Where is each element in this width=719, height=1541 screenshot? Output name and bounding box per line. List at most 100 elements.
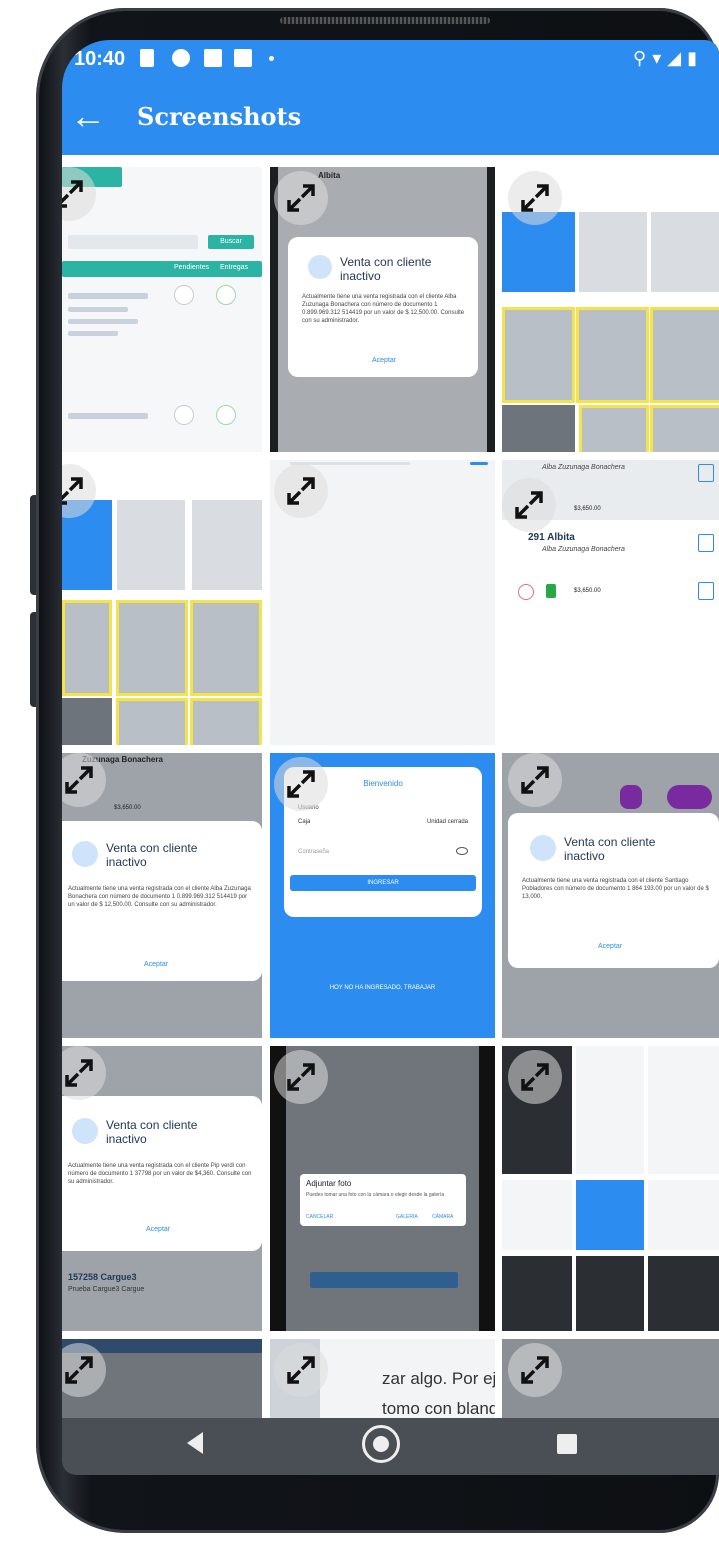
record-title: 291 Albita: [528, 532, 575, 543]
action-icon: [174, 405, 194, 425]
dot-icon: [667, 785, 712, 809]
tab-pendientes: Pendientes: [174, 264, 210, 271]
overflow-dots: [620, 785, 712, 811]
expand-icon[interactable]: [508, 753, 562, 807]
list-item-line: [68, 331, 118, 336]
doc-icon: [698, 464, 714, 482]
mini-screenshot: [117, 500, 185, 590]
nav-recent-icon[interactable]: [557, 1434, 577, 1454]
app-icon: [204, 49, 222, 67]
mini-screenshot: [576, 1180, 644, 1250]
screenshot-tile[interactable]: Adjuntar foto Puedes tomar una foto con …: [270, 1046, 495, 1331]
attach-dialog: Adjuntar foto Puedes tomar una foto con …: [300, 1174, 466, 1226]
expand-icon[interactable]: [508, 171, 562, 225]
mini-screenshot: [62, 698, 112, 745]
screenshot-tile[interactable]: Bienvenido Usuario Caja Unidad cerrada C…: [270, 753, 495, 1038]
screenshot-tile[interactable]: Buscar Pendientes Entregas: [62, 167, 262, 452]
status-icons: ⚲▾◢▮: [633, 48, 703, 68]
mini-screenshot: [502, 1180, 572, 1250]
doc-icon: [698, 582, 714, 600]
tile-header-text: Albita: [318, 171, 341, 180]
expand-icon[interactable]: [274, 1050, 328, 1104]
user-icon: [72, 841, 98, 867]
doc-icon: [698, 534, 714, 552]
arrow-left-icon[interactable]: ←: [70, 96, 106, 136]
dot-icon: [620, 785, 642, 809]
nav-home-icon[interactable]: [362, 1425, 400, 1463]
expand-icon[interactable]: [274, 171, 328, 225]
cancel-option[interactable]: CANCELAR: [306, 1214, 333, 1220]
speaker-grille: [280, 17, 490, 24]
record-subtitle: Prueba Cargue3 Cargue: [68, 1286, 145, 1293]
dialog-body: Actualmente tiene una venta registrada c…: [68, 1163, 252, 1185]
cash-field-label: Caja: [298, 819, 311, 825]
accept-link[interactable]: Aceptar: [146, 1226, 170, 1233]
status-time: 10:40: [74, 48, 126, 70]
dialog-card: Venta con cliente inactivo Actualmente t…: [62, 1096, 262, 1251]
dialog-title: Venta con cliente inactivo: [106, 1118, 198, 1146]
dialog-body: Actualmente tiene una venta registrada c…: [522, 878, 709, 900]
expand-icon[interactable]: [274, 757, 328, 811]
list-item-line: [68, 307, 128, 312]
accept-link[interactable]: Aceptar: [144, 961, 168, 968]
screenshot-tile[interactable]: [502, 1339, 719, 1418]
list-item-line: [68, 413, 148, 419]
mini-screenshot: [579, 405, 649, 452]
screenshot-tile[interactable]: Zuzunaga Bonachera $3,650.00 Venta con c…: [62, 753, 262, 1038]
mini-screenshot: [576, 1256, 644, 1331]
expand-icon[interactable]: [274, 1343, 328, 1397]
eye-icon[interactable]: [456, 847, 468, 855]
screenshot-tile[interactable]: [502, 1046, 719, 1331]
dialog-body: Puedes tomar una foto con la cámara o el…: [306, 1192, 445, 1198]
clock-icon: [518, 584, 534, 600]
screenshot-grid: Buscar Pendientes Entregas Albita Venta …: [62, 155, 719, 1418]
mini-screenshot: [648, 1180, 719, 1250]
tab-entregas: Entregas: [220, 264, 249, 271]
mini-screenshot: [651, 212, 719, 292]
expand-icon[interactable]: [502, 478, 556, 532]
mini-screenshot: [579, 212, 647, 292]
expand-icon[interactable]: [508, 1050, 562, 1104]
navigation-bar: [62, 1418, 719, 1475]
mini-screenshot: [650, 307, 719, 403]
expand-icon[interactable]: [508, 1343, 562, 1397]
screenshot-tile[interactable]: zar algo. Por ejen tomo con blanqu: [270, 1339, 495, 1418]
accept-link[interactable]: Aceptar: [372, 357, 396, 364]
nav-back-icon[interactable]: [187, 1432, 203, 1454]
screenshot-tile[interactable]: [502, 167, 719, 452]
mini-screenshot: [650, 405, 719, 452]
notification-icon: [140, 49, 154, 67]
screenshot-tile[interactable]: Albita Venta con cliente inactivo Actual…: [270, 167, 495, 452]
mini-screenshot: [62, 600, 112, 696]
dialog-card: Venta con cliente inactivo Actualmente t…: [508, 813, 719, 968]
expand-icon[interactable]: [62, 1046, 106, 1100]
gallery-option[interactable]: GALERÍA: [396, 1214, 418, 1220]
search-button: Buscar: [208, 235, 254, 249]
screenshot-tile[interactable]: Venta con cliente inactivo Actualmente t…: [62, 1046, 262, 1331]
expand-icon[interactable]: [274, 464, 328, 518]
mini-screenshot: [192, 500, 262, 590]
mini-screenshot: [502, 1256, 572, 1331]
screenshot-tile[interactable]: [62, 1339, 262, 1418]
screenshot-tile[interactable]: Alba Zuzunaga Bonachera $3,650.00 291 Al…: [502, 460, 719, 745]
screen: 10:40 ⚲▾◢▮ ← Screenshots Buscar Pendient…: [62, 40, 719, 1475]
dialog-title: Adjuntar foto: [306, 1179, 352, 1188]
camera-option[interactable]: CÁMARA: [432, 1214, 453, 1220]
dialog-body: Actualmente tiene una venta registrada c…: [302, 294, 465, 324]
cash-icon: [546, 584, 556, 598]
screenshot-tile[interactable]: [270, 460, 495, 745]
submit-bar: [310, 1272, 458, 1288]
mini-screenshot: [648, 1256, 719, 1331]
status-bar: 10:40 ⚲▾◢▮: [62, 40, 719, 80]
mini-screenshot: [576, 307, 649, 403]
password-field[interactable]: Contraseña: [298, 849, 329, 855]
client-name: Alba Zuzunaga Bonachera: [542, 464, 625, 471]
page-title: Screenshots: [137, 102, 302, 131]
screenshot-tile[interactable]: [62, 460, 262, 745]
login-button[interactable]: INGRESAR: [290, 875, 476, 891]
tile-text: zar algo. Por ejen: [382, 1369, 495, 1388]
amount-value: $3,650.00: [574, 588, 601, 594]
list-item-line: [68, 319, 138, 324]
accept-link[interactable]: Aceptar: [598, 943, 622, 950]
user-icon: [72, 1118, 98, 1144]
